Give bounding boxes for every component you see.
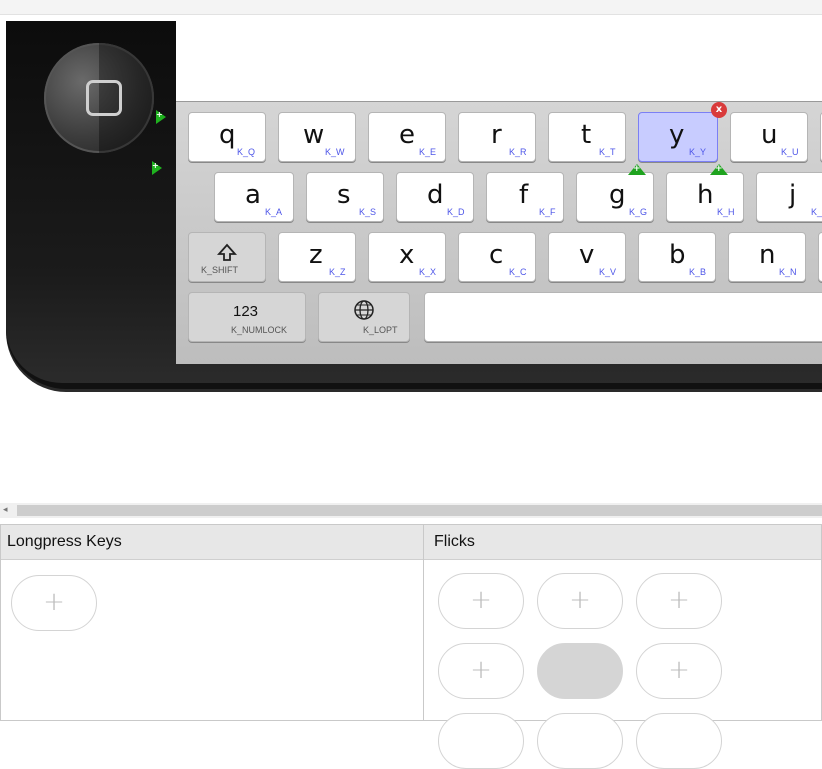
key-code: K_Q	[237, 147, 256, 157]
key-code: K_C	[509, 267, 527, 277]
key-cap: g	[609, 180, 626, 210]
key-cap: q	[219, 120, 236, 150]
key-code: K_U	[781, 147, 799, 157]
key-code: K_Z	[329, 267, 346, 277]
top-toolbar-strip	[0, 0, 822, 15]
key-cap: j	[789, 180, 797, 210]
key-numlock[interactable]: 123 K_NUMLOCK	[188, 292, 306, 342]
key-code: K_LOPT	[363, 325, 398, 335]
flick-s-button[interactable]	[537, 713, 623, 769]
key-partial[interactable]	[818, 232, 822, 282]
key-code: K_T	[599, 147, 616, 157]
key-lopt[interactable]: K_LOPT	[318, 292, 410, 342]
longpress-indicator-icon: +	[628, 164, 646, 175]
key-j[interactable]: j K_	[756, 172, 822, 222]
key-cap: x	[399, 240, 415, 270]
key-code: K_F	[539, 207, 556, 217]
key-code: K_Y	[689, 147, 707, 157]
key-cap: y	[669, 120, 685, 150]
key-code: K_B	[689, 267, 707, 277]
key-code: K_A	[265, 207, 283, 217]
key-x[interactable]: x K_X	[368, 232, 446, 282]
key-code: K_SHIFT	[201, 265, 239, 275]
flick-se-button[interactable]	[636, 713, 722, 769]
key-n[interactable]: n K_N	[728, 232, 806, 282]
key-shift[interactable]: K_SHIFT	[188, 232, 266, 282]
key-code: K_X	[419, 267, 437, 277]
longpress-indicator-icon: +	[710, 164, 728, 175]
scroll-left-arrow-icon[interactable]: ◂	[3, 505, 8, 515]
flick-e-button[interactable]: +	[636, 643, 722, 699]
key-r[interactable]: r K_R	[458, 112, 536, 162]
key-w[interactable]: w K_W	[278, 112, 356, 162]
key-v[interactable]: v K_V	[548, 232, 626, 282]
key-code: K_G	[629, 207, 648, 217]
flick-w-button[interactable]: +	[438, 643, 524, 699]
key-code: K_R	[509, 147, 527, 157]
key-cap: n	[759, 240, 776, 270]
key-q[interactable]: q K_Q	[188, 112, 266, 162]
flick-n-button[interactable]: +	[537, 573, 623, 629]
flick-sw-button[interactable]	[438, 713, 524, 769]
key-s[interactable]: s K_S	[306, 172, 384, 222]
key-cap: f	[519, 180, 529, 210]
key-code: K_S	[359, 207, 377, 217]
key-b[interactable]: b K_B	[638, 232, 716, 282]
key-e[interactable]: e K_E	[368, 112, 446, 162]
key-code: K_E	[419, 147, 437, 157]
flick-center	[537, 643, 623, 699]
key-cap: v	[579, 240, 595, 270]
key-f[interactable]: f K_F	[486, 172, 564, 222]
shift-icon	[217, 243, 237, 261]
key-code: K_N	[779, 267, 797, 277]
key-cap: r	[491, 120, 502, 150]
key-h[interactable]: h K_H	[666, 172, 744, 222]
key-cap: 123	[233, 303, 259, 320]
key-code: K_D	[447, 207, 465, 217]
home-button-icon	[86, 80, 122, 116]
key-u[interactable]: u K_U	[730, 112, 808, 162]
flicks-panel: Flicks + + + + +	[423, 524, 822, 769]
key-cap: e	[399, 120, 415, 150]
key-g[interactable]: g K_G	[576, 172, 654, 222]
key-d[interactable]: d K_D	[396, 172, 474, 222]
key-code: K_	[811, 207, 822, 217]
key-cap: b	[669, 240, 686, 270]
key-cap: a	[245, 180, 261, 210]
key-cap: h	[697, 180, 714, 210]
key-c[interactable]: c K_C	[458, 232, 536, 282]
keyboard-area: q K_Q w K_W e K_E r K_R t K_T y K_Y x u …	[176, 101, 822, 364]
key-y-selected[interactable]: y K_Y	[638, 112, 718, 162]
delete-key-icon[interactable]: x	[711, 102, 727, 118]
flick-ne-button[interactable]: +	[636, 573, 722, 629]
key-cap: z	[309, 240, 323, 270]
add-longpress-button[interactable]: +	[11, 575, 97, 631]
globe-icon	[354, 300, 374, 320]
key-space[interactable]	[424, 292, 822, 342]
key-code: K_W	[325, 147, 345, 157]
key-code: K_NUMLOCK	[231, 325, 288, 335]
key-cap: u	[761, 120, 778, 150]
key-code: K_H	[717, 207, 735, 217]
horizontal-scrollbar[interactable]: ◂	[0, 503, 822, 518]
scrollbar-thumb[interactable]	[17, 505, 822, 516]
flick-nw-button[interactable]: +	[438, 573, 524, 629]
home-button	[44, 43, 154, 153]
key-a[interactable]: a K_A	[214, 172, 294, 222]
key-cap: c	[489, 240, 504, 270]
keyboard-designer-canvas: + + q K_Q w K_W e K_E r K_R t K_T y K_Y …	[0, 15, 822, 503]
flicks-panel-title: Flicks	[424, 525, 821, 560]
key-code: K_V	[599, 267, 617, 277]
key-cap: w	[303, 120, 325, 150]
longpress-panel: Longpress Keys +	[0, 524, 424, 721]
add-row-icon[interactable]: +	[152, 161, 162, 175]
add-row-above-icon[interactable]: +	[156, 110, 166, 124]
longpress-panel-title: Longpress Keys	[1, 525, 423, 560]
key-cap: d	[427, 180, 444, 210]
key-z[interactable]: z K_Z	[278, 232, 356, 282]
key-cap: s	[337, 180, 351, 210]
key-t[interactable]: t K_T	[548, 112, 626, 162]
key-cap: t	[581, 120, 592, 150]
